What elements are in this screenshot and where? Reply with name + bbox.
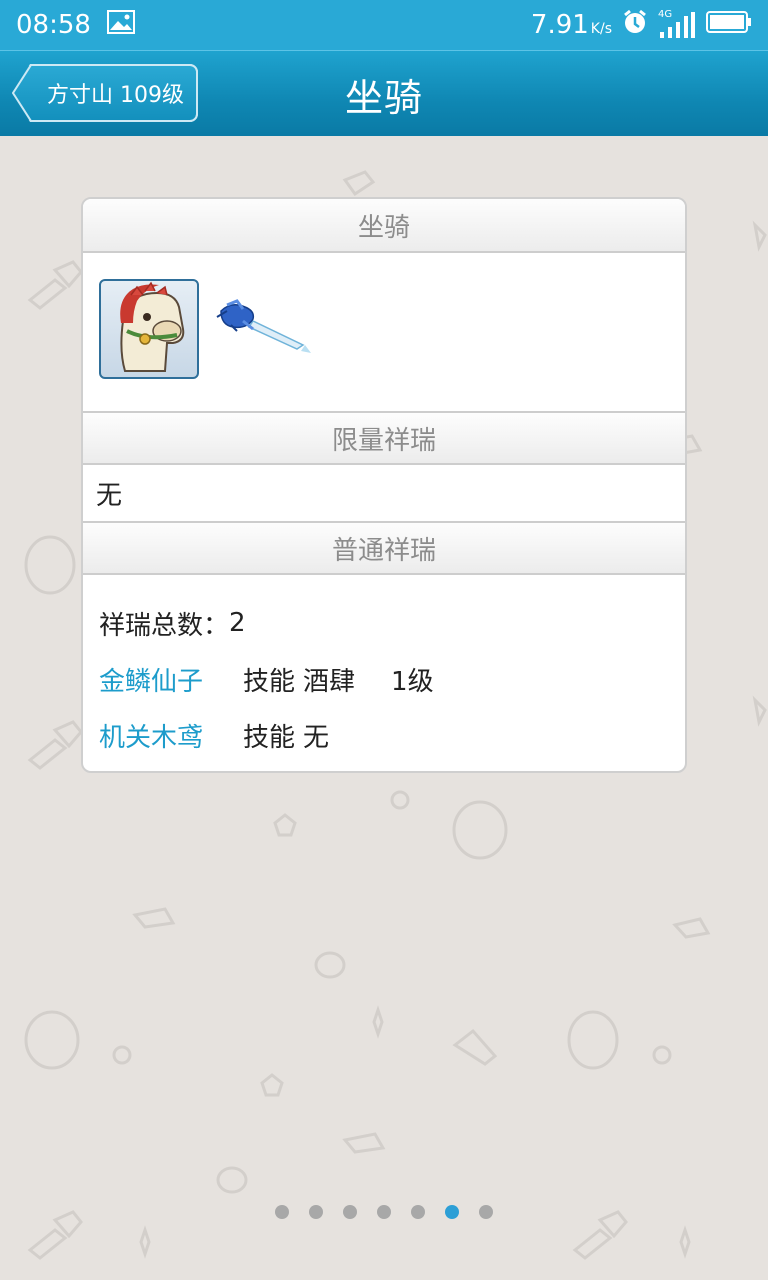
common-section-body: 祥瑞总数： 2 金鳞仙子 技能 酒肆 1级 机关木鸢 技能 无 [83,575,685,763]
item-name-link[interactable]: 机关木鸢 [99,717,243,754]
skill-level: 1级 [391,666,434,697]
status-right-group: 7.91 K/s 4G [531,9,752,42]
mount-row [83,253,685,411]
page-dot-active[interactable] [445,1205,459,1219]
limited-value: 无 [96,480,123,511]
mount-card: 坐骑 限量祥瑞 无 普通祥瑞 祥瑞总数： 2 金鳞仙子 技能 酒肆 1级 机关木… [81,197,687,773]
sword-item-icon[interactable] [213,297,313,357]
skill-value: 酒肆 [303,666,356,697]
network-speed: 7.91 K/s [530,10,612,40]
limited-section-header: 限量祥瑞 [83,411,685,465]
horse-mount-icon[interactable] [99,279,199,379]
back-button-label: 方寸山 109级 [47,83,184,108]
page-dot[interactable] [377,1205,391,1219]
page-indicator [0,1205,768,1221]
skill-label: 技能 [243,722,296,753]
image-notification-icon [106,9,135,41]
total-count-row: 祥瑞总数： 2 [99,595,669,651]
back-button[interactable]: 方寸山 109级 [12,64,198,122]
page-dot[interactable] [275,1205,289,1219]
speed-unit: K/s [590,21,612,37]
list-item: 金鳞仙子 技能 酒肆 1级 [99,651,669,707]
alarm-icon [622,9,648,42]
network-type: 4G [658,9,673,20]
skill-value: 无 [303,722,330,753]
total-count-label: 祥瑞总数： [99,610,230,641]
skill-label: 技能 [243,666,296,697]
status-time: 08:58 [16,10,91,40]
signal-icon: 4G [658,10,696,40]
status-bar: 08:58 7.91 K/s 4G [0,0,768,50]
total-count-value: 2 [229,608,246,638]
page-dot[interactable] [479,1205,493,1219]
mount-section-header: 坐骑 [83,199,685,253]
page-dot[interactable] [309,1205,323,1219]
title-bar: 坐骑 方寸山 109级 [0,50,768,136]
page-dot[interactable] [343,1205,357,1219]
common-section-header: 普通祥瑞 [83,521,685,575]
page-dot[interactable] [411,1205,425,1219]
list-item: 机关木鸢 技能 无 [99,707,669,763]
battery-icon [706,10,752,41]
item-name-link[interactable]: 金鳞仙子 [99,661,243,698]
